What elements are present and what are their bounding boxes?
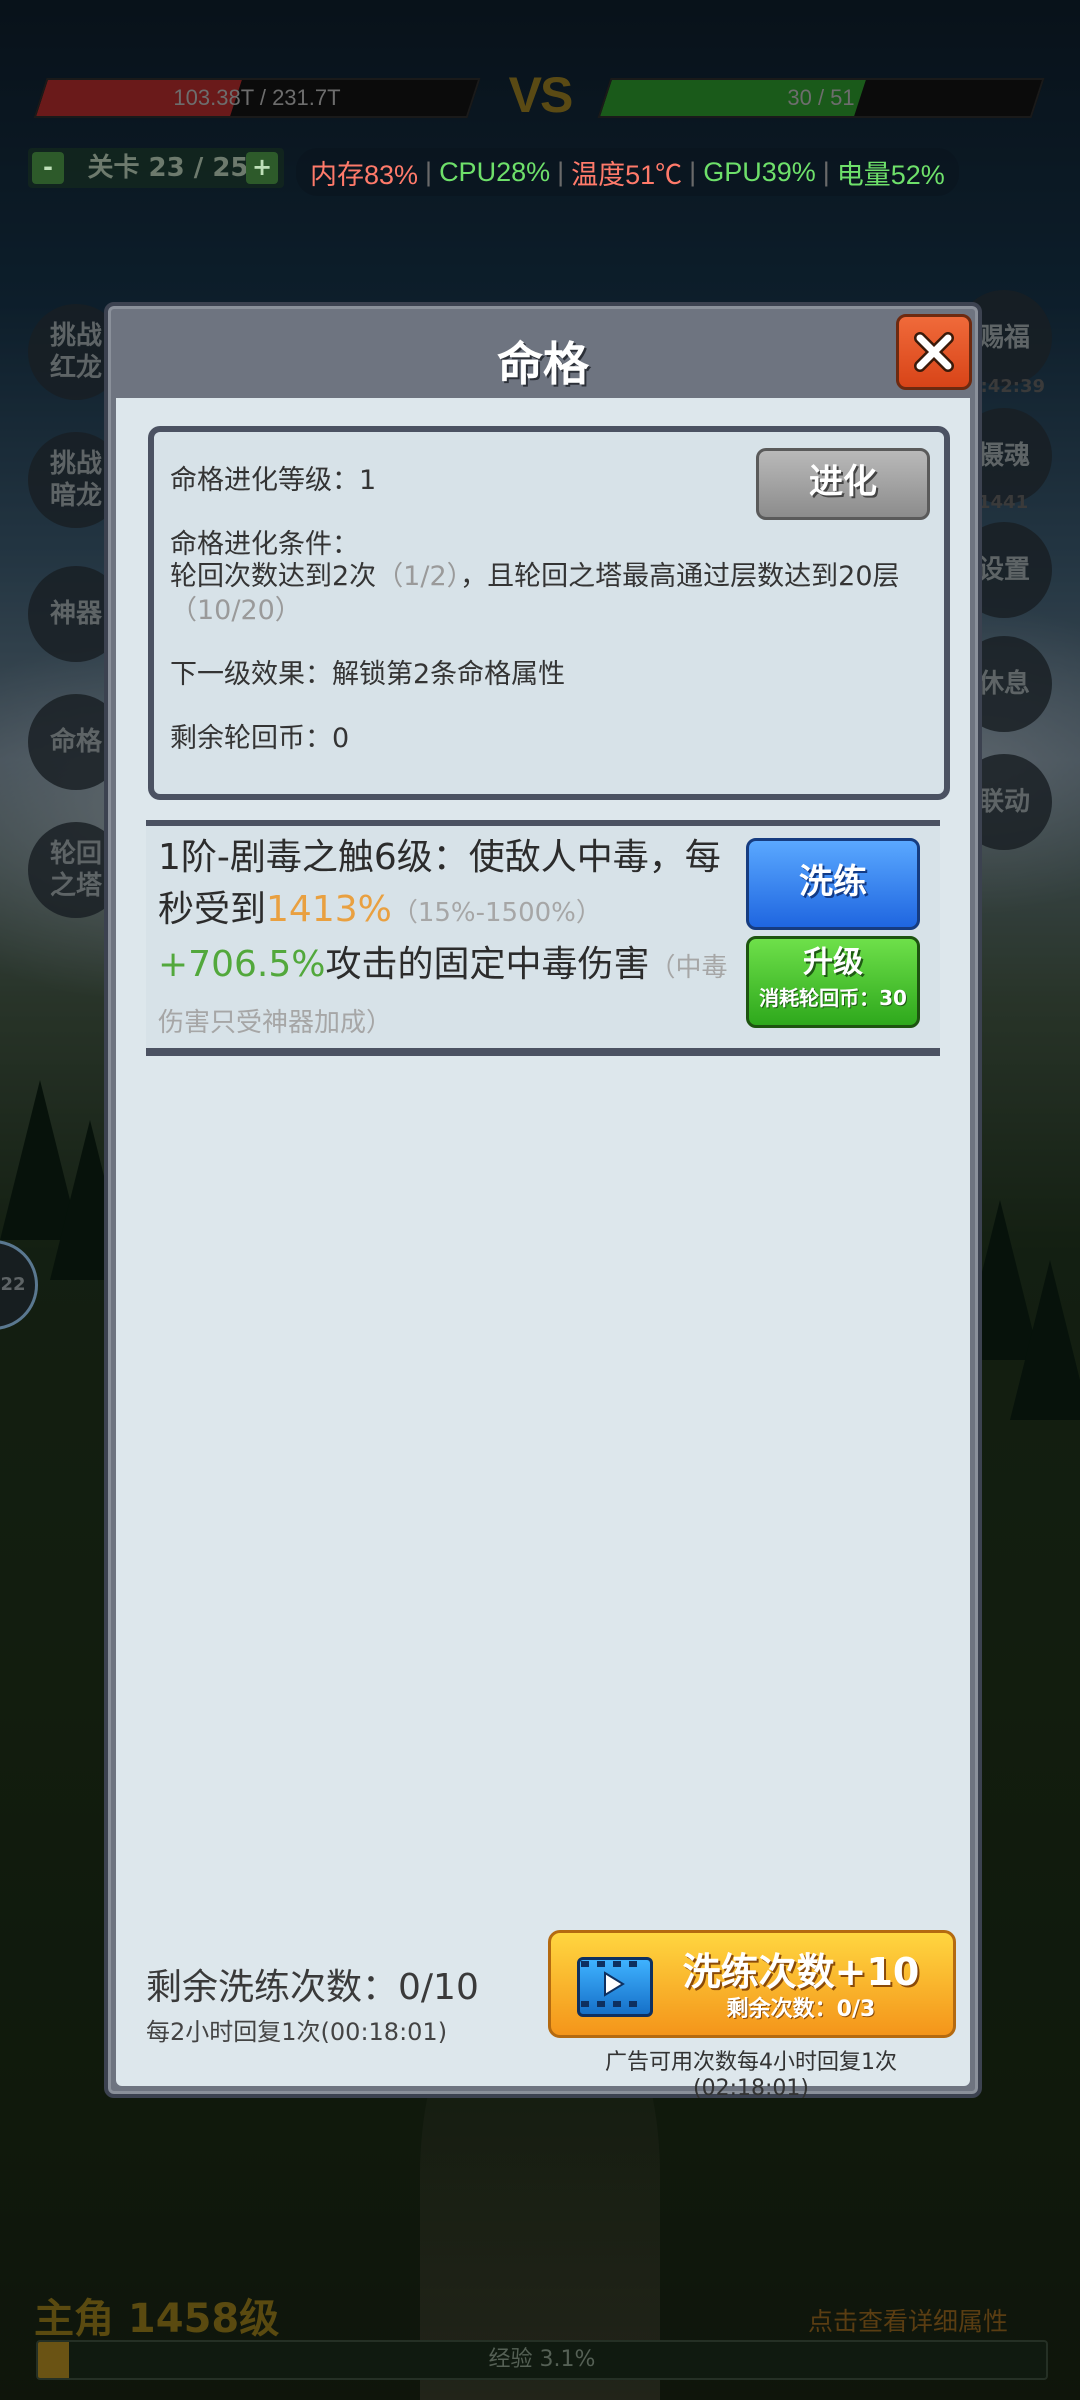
- menu-label: 命格: [49, 727, 102, 757]
- watch-ad-refine-button[interactable]: 洗练次数+10 剩余次数：0/3: [548, 1930, 956, 2038]
- menu-label: 设置: [977, 555, 1030, 585]
- badge-label: 22: [0, 1274, 26, 1295]
- stat-separator: |: [822, 156, 830, 187]
- evolve-button[interactable]: 进化: [756, 448, 930, 520]
- ad-button-remaining: 剩余次数：0/3: [726, 1997, 876, 2022]
- stage-selector: - 关卡 23 / 25 +: [28, 148, 284, 188]
- next-level-effect: 下一级效果：解锁第2条命格属性: [170, 659, 566, 690]
- modal-title: 命格: [497, 337, 589, 391]
- evolution-condition-title: 命格进化条件：: [170, 529, 359, 560]
- menu-label: 轮回 之塔: [49, 839, 102, 901]
- exp-bar: 经验 3.1%: [36, 2340, 1048, 2380]
- upgrade-cost: 消耗轮回币：30: [759, 986, 907, 1010]
- attr-text-2: 攻击的固定中毒伤害: [325, 944, 650, 985]
- stat-separator: |: [425, 156, 433, 187]
- exp-text: 经验 3.1%: [488, 2347, 596, 2372]
- device-stat: GPU39%: [703, 156, 816, 187]
- evolution-condition: 轮回次数达到2次（1/2），且轮回之塔最高通过层数达到20层 （10/20）: [170, 560, 930, 628]
- ad-button-title: 洗练次数+10: [682, 1950, 920, 1994]
- refine-recover-note: 每2小时回复1次(00:18:01): [146, 2018, 448, 2046]
- menu-label: 神器: [49, 599, 102, 629]
- refine-button[interactable]: 洗练: [746, 838, 920, 930]
- vs-label: VS: [508, 67, 574, 123]
- stage-next-button[interactable]: +: [246, 152, 278, 184]
- attribute-panel: 1阶-剧毒之触6级：使敌人中毒，每秒受到1413%（15%-1500%）+706…: [146, 820, 940, 1056]
- modal-body: 命格进化等级：1 进化 命格进化条件： 轮回次数达到2次（1/2），且轮回之塔最…: [116, 398, 970, 2101]
- device-stats-strip: 内存83% | CPU28% | 温度51℃ | GPU39% | 电量52%: [296, 148, 959, 196]
- enemy-hp-bar: 30 / 51: [597, 78, 1045, 118]
- soul-count: 1441: [978, 492, 1029, 513]
- ad-recover-note: 广告可用次数每4小时回复1次(02:18:01): [605, 2050, 897, 2101]
- evolution-panel: 命格进化等级：1 进化 命格进化条件： 轮回次数达到2次（1/2），且轮回之塔最…: [148, 426, 950, 800]
- close-button[interactable]: [896, 314, 972, 390]
- evolution-level: 命格进化等级：1: [170, 465, 377, 496]
- menu-label: 赐福: [977, 323, 1030, 353]
- stat-separator: |: [689, 156, 697, 187]
- attribute-description: 1阶-剧毒之触6级：使敌人中毒，每秒受到1413%（15%-1500%）+706…: [158, 832, 728, 1049]
- attr-value: 1413%: [266, 889, 392, 930]
- menu-label: 挑战 暗龙: [49, 449, 102, 511]
- enemy-hp-text: 30 / 51: [787, 85, 855, 110]
- stage-label: 关卡 23 / 25: [87, 153, 249, 183]
- stage-prev-button[interactable]: -: [32, 152, 64, 184]
- menu-label: 联动: [977, 787, 1030, 817]
- remaining-coins: 剩余轮回币：0: [170, 723, 350, 754]
- menu-label: 休息: [977, 669, 1030, 699]
- video-play-icon: [577, 1957, 653, 2017]
- condition-text: 轮回次数达到2次: [170, 561, 377, 592]
- hero-level: 主角 1458级: [34, 2296, 280, 2342]
- condition-text-2: ，且轮回之塔最高通过层数达到20层: [460, 561, 900, 592]
- device-stat: 温度51℃: [571, 159, 683, 190]
- upgrade-label: 升级: [803, 945, 863, 980]
- play-triangle-icon: [581, 1961, 637, 2007]
- player-hp-bar: 103.38T / 231.7T: [33, 78, 481, 118]
- menu-label: 挑战 红龙: [49, 321, 102, 383]
- attr-bonus: +706.5%: [158, 944, 326, 985]
- condition-progress-1: （1/2）: [376, 561, 461, 592]
- player-hp-text: 103.38T / 231.7T: [173, 85, 341, 110]
- close-x-icon: [914, 332, 954, 372]
- device-stat: 电量52%: [836, 159, 945, 190]
- stat-separator: |: [557, 156, 565, 187]
- remaining-refine-count: 剩余洗练次数：0/10: [146, 1967, 479, 2008]
- condition-progress-2: （10/20）: [170, 595, 302, 626]
- device-stat: CPU28%: [439, 156, 551, 187]
- destiny-modal: 命格 命格进化等级：1 进化 命格进化条件： 轮回次数达到2次（1/2），且轮回…: [104, 302, 982, 2101]
- attr-range: （15%-1500%）: [391, 898, 602, 928]
- device-stat: 内存83%: [310, 159, 419, 190]
- menu-label: 摄魂: [977, 441, 1030, 471]
- upgrade-button[interactable]: 升级 消耗轮回币：30: [746, 936, 920, 1028]
- hero-detail-link[interactable]: 点击查看详细属性: [808, 2302, 1008, 2338]
